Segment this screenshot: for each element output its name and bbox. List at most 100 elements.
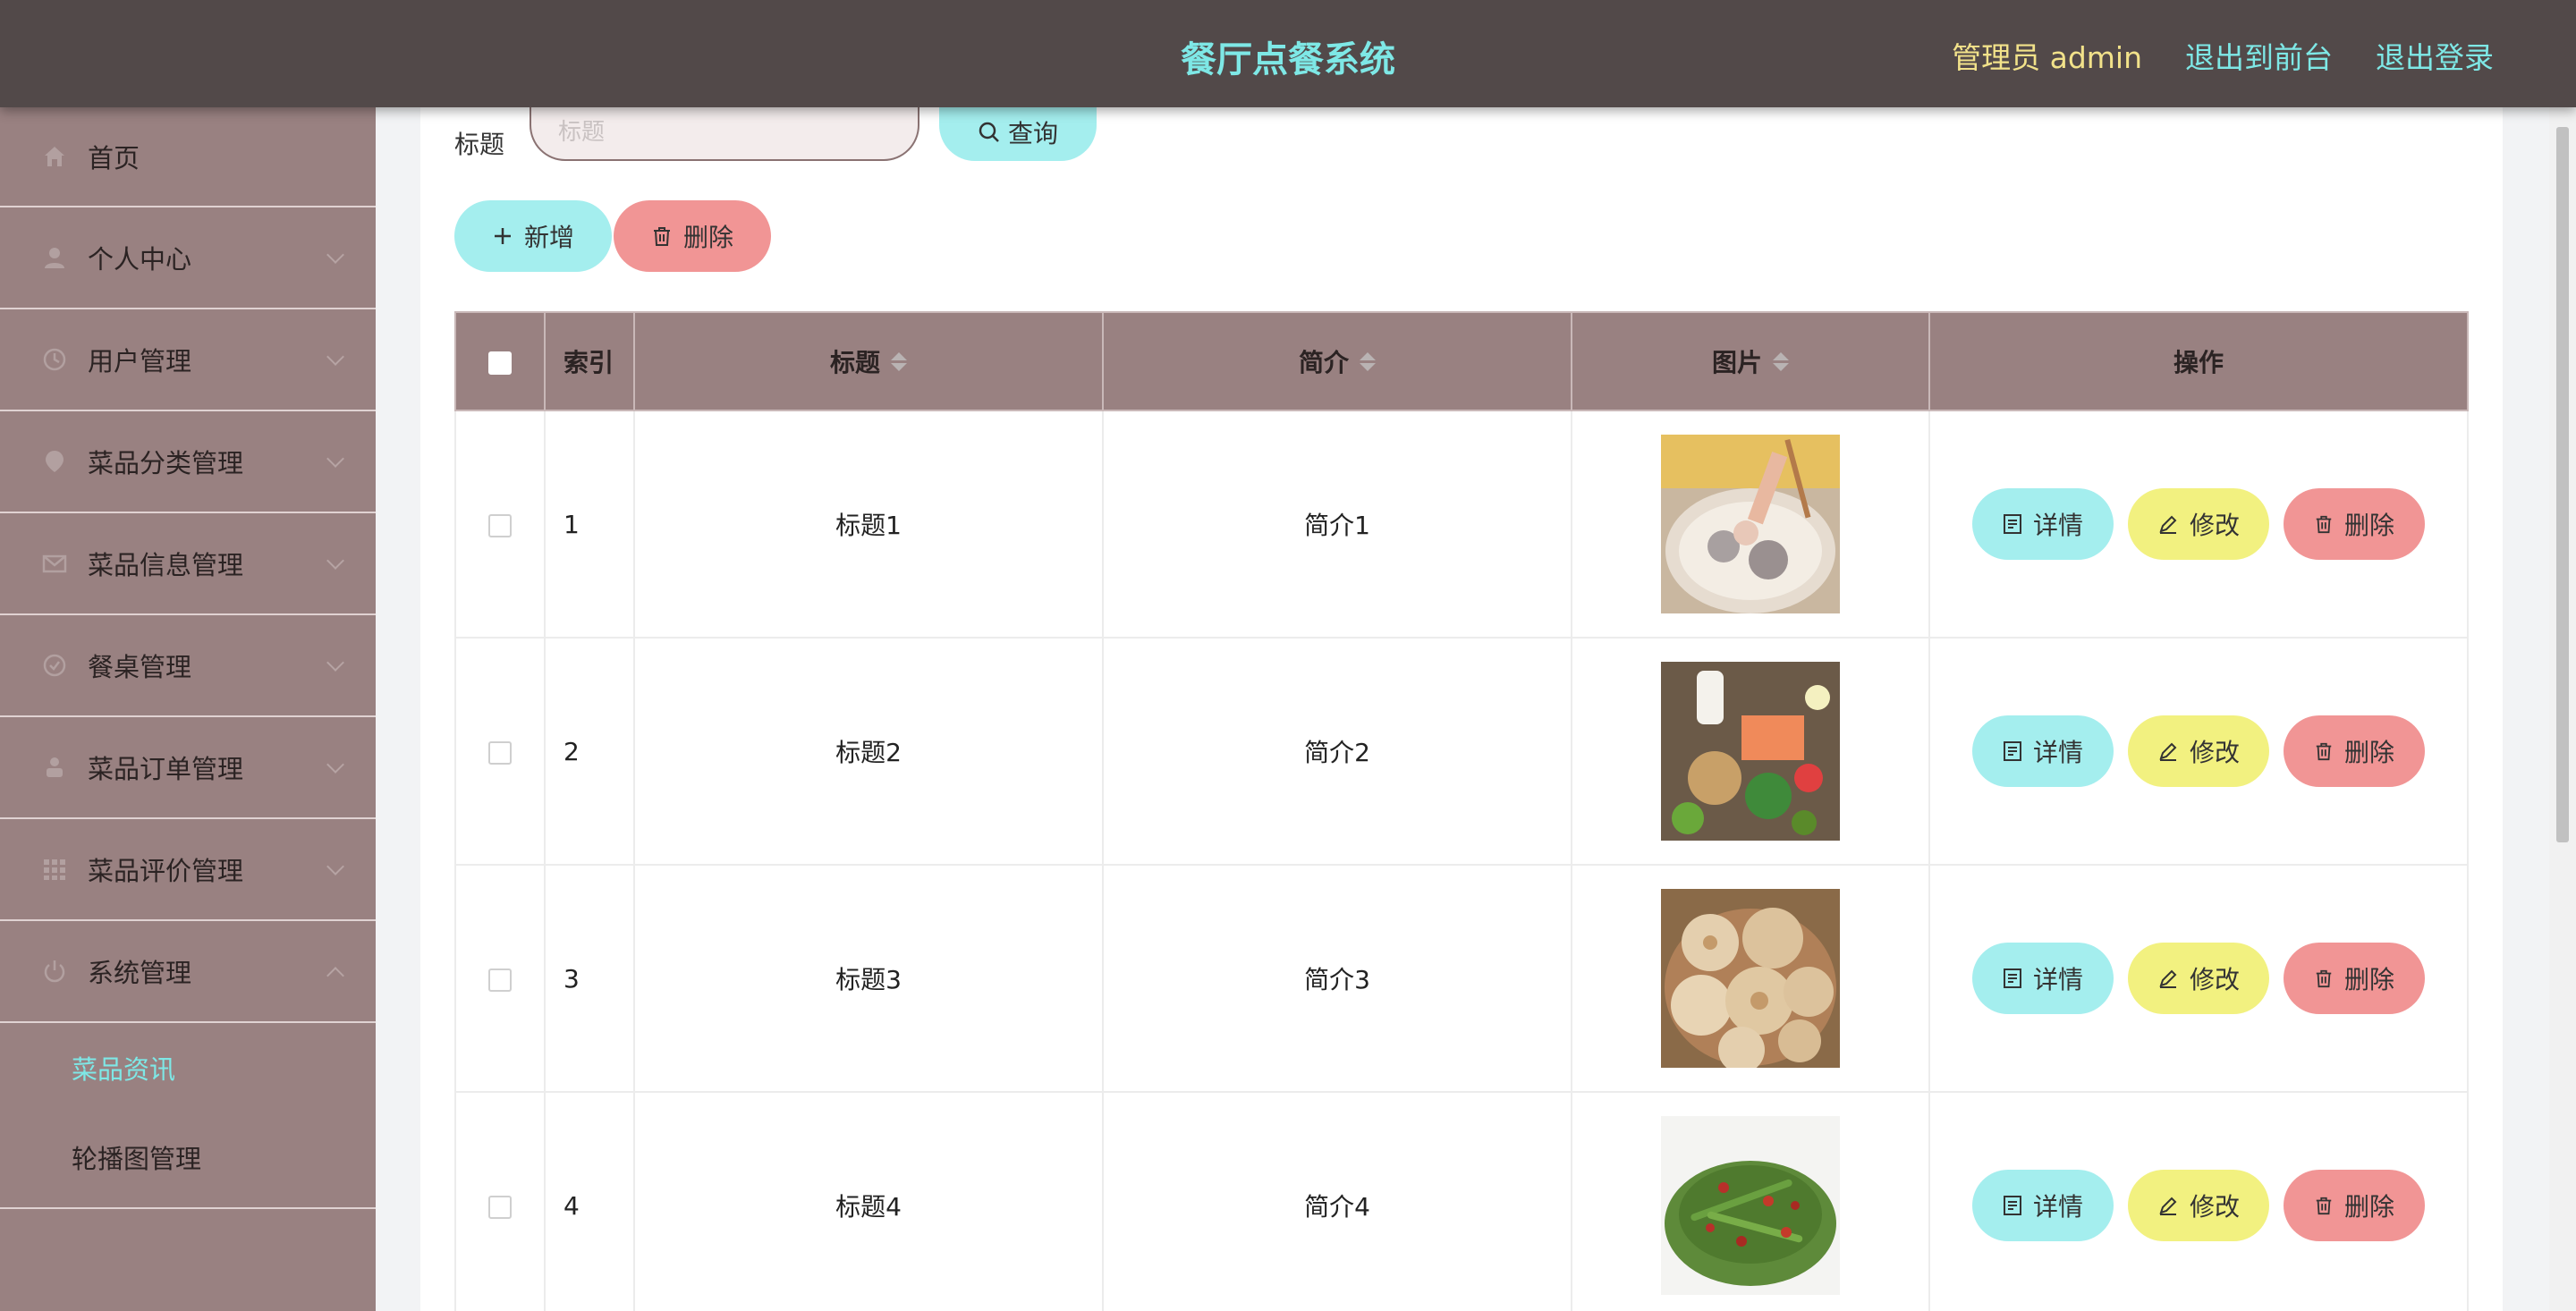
system-submenu: 菜品资讯 轮播图管理 [0, 1023, 376, 1209]
edit-button[interactable]: 修改 [2128, 488, 2269, 560]
location-icon [41, 448, 68, 475]
delete-button[interactable]: 删除 [2284, 1170, 2425, 1241]
detail-label: 详情 [2032, 1192, 2083, 1222]
sort-icon[interactable] [1773, 351, 1789, 371]
header-actions: 管理员 admin 退出到前台 退出登录 [1952, 34, 2494, 77]
chevron-down-icon [326, 552, 344, 570]
scrollbar-thumb[interactable] [2556, 127, 2569, 842]
sidebar-item-orders[interactable]: 菜品订单管理 [0, 717, 376, 819]
clock-icon [41, 346, 68, 373]
sidebar-item-dish-category[interactable]: 菜品分类管理 [0, 411, 376, 513]
table-row: 1 标题1 简介1 详情 修改 删除 [454, 410, 2469, 639]
sidebar-item-users[interactable]: 用户管理 [0, 309, 376, 411]
row-image-cell [1571, 410, 1930, 639]
row-image-cell [1571, 637, 1930, 866]
chevron-down-icon [326, 450, 344, 468]
submenu-item-carousel[interactable]: 轮播图管理 [0, 1112, 376, 1202]
page-scrollbar[interactable] [2549, 107, 2576, 1311]
edit-button[interactable]: 修改 [2128, 715, 2269, 787]
trash-icon [2316, 1197, 2332, 1215]
trash-icon [2316, 742, 2332, 761]
pencil-icon [2159, 742, 2177, 761]
sidebar-item-reviews[interactable]: 菜品评价管理 [0, 819, 376, 921]
sidebar-item-label: 菜品订单管理 [88, 754, 244, 784]
person-icon [41, 754, 68, 781]
row-title: 标题3 [633, 864, 1104, 1093]
sidebar-item-dish-info[interactable]: 菜品信息管理 [0, 513, 376, 615]
mail-icon [41, 550, 68, 577]
header-intro-label: 简介 [1298, 348, 1349, 377]
sort-icon[interactable] [891, 351, 907, 371]
sidebar-item-home[interactable]: 首页 [0, 107, 376, 207]
table-row: 4 标题4 简介4 详情 修改 删除 [454, 1091, 2469, 1311]
chevron-down-icon [326, 246, 344, 264]
row-checkbox-cell [454, 1091, 546, 1311]
row-actions: 详情 修改 删除 [1928, 864, 2469, 1093]
edit-label: 修改 [2189, 965, 2240, 994]
search-icon [979, 122, 999, 142]
row-image-cell [1571, 1091, 1930, 1311]
sidebar-item-label: 首页 [88, 143, 140, 173]
row-checkbox[interactable] [488, 740, 512, 765]
submenu-item-dish-news[interactable]: 菜品资讯 [0, 1023, 376, 1112]
row-index: 2 [544, 637, 635, 866]
delete-button[interactable]: 删除 [2284, 715, 2425, 787]
header-title[interactable]: 标题 [633, 311, 1104, 411]
pencil-icon [2159, 969, 2177, 988]
action-toolbar: 新增 删除 [454, 200, 771, 272]
header-operations: 操作 [1928, 311, 2469, 411]
hotpot-photo[interactable] [1661, 435, 1840, 613]
pencil-icon [2159, 1197, 2177, 1215]
row-title: 标题4 [633, 1091, 1104, 1311]
row-index: 4 [544, 1091, 635, 1311]
row-intro: 简介2 [1102, 637, 1572, 866]
header-intro[interactable]: 简介 [1102, 311, 1572, 411]
row-intro: 简介4 [1102, 1091, 1572, 1311]
detail-button[interactable]: 详情 [1972, 488, 2114, 560]
row-checkbox[interactable] [488, 513, 512, 537]
header-index: 索引 [544, 311, 635, 411]
delete-label: 删除 [2343, 1192, 2394, 1222]
row-title: 标题2 [633, 637, 1104, 866]
detail-button[interactable]: 详情 [1972, 943, 2114, 1014]
header-image[interactable]: 图片 [1571, 311, 1930, 411]
check-circle-icon [41, 652, 68, 679]
pastry-photo[interactable] [1661, 889, 1840, 1068]
sidebar-item-system[interactable]: 系统管理 [0, 921, 376, 1023]
row-checkbox-cell [454, 864, 546, 1093]
search-button-label: 查询 [1008, 119, 1059, 148]
detail-button[interactable]: 详情 [1972, 715, 2114, 787]
sidebar-item-tables[interactable]: 餐桌管理 [0, 615, 376, 717]
batch-delete-button[interactable]: 删除 [614, 200, 771, 272]
delete-label: 删除 [2343, 965, 2394, 994]
sidebar-item-label: 餐桌管理 [88, 652, 192, 682]
delete-button[interactable]: 删除 [2284, 488, 2425, 560]
header-title-label: 标题 [829, 348, 880, 377]
header-image-label: 图片 [1711, 348, 1762, 377]
edit-button[interactable]: 修改 [2128, 1170, 2269, 1241]
sort-icon[interactable] [1360, 351, 1376, 371]
batch-delete-button-label: 删除 [682, 223, 733, 252]
row-checkbox[interactable] [488, 1195, 512, 1219]
row-checkbox[interactable] [488, 968, 512, 992]
green-beans-photo[interactable] [1661, 1116, 1840, 1295]
search-bar: 标题 查询 [454, 88, 1097, 161]
select-all-checkbox[interactable] [488, 351, 512, 375]
document-icon [2003, 1196, 2021, 1215]
detail-button[interactable]: 详情 [1972, 1170, 2114, 1241]
table-header-row: 索引 标题 简介 图片 操作 [454, 311, 2469, 411]
delete-button[interactable]: 删除 [2284, 943, 2425, 1014]
row-intro: 简介1 [1102, 410, 1572, 639]
edit-button[interactable]: 修改 [2128, 943, 2269, 1014]
healthy-food-photo[interactable] [1661, 662, 1840, 841]
sidebar-item-label: 系统管理 [88, 958, 192, 988]
sidebar-item-label: 菜品信息管理 [88, 550, 244, 580]
table-row: 2 标题2 简介2 详情 修改 删除 [454, 637, 2469, 866]
exit-to-front-link[interactable]: 退出到前台 [2185, 34, 2333, 77]
add-button[interactable]: 新增 [454, 200, 612, 272]
sidebar-item-profile[interactable]: 个人中心 [0, 207, 376, 309]
row-index: 1 [544, 410, 635, 639]
chevron-down-icon [326, 858, 344, 875]
logout-link[interactable]: 退出登录 [2376, 34, 2494, 77]
grid-icon [41, 856, 68, 883]
